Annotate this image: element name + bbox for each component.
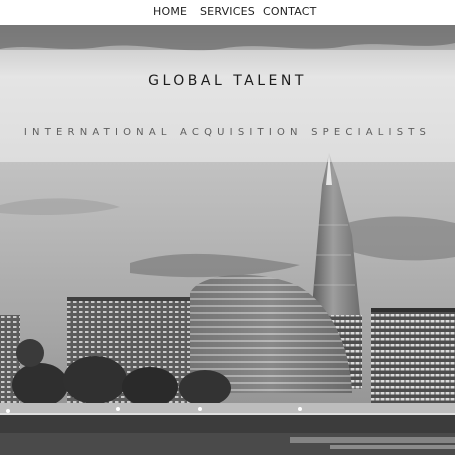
brand-tagline: INTERNATIONAL ACQUISITION SPECIALISTS [23, 127, 432, 138]
nav-services-link[interactable]: SERVICES [200, 5, 255, 18]
brand-title: GLOBAL TALENT [148, 73, 307, 89]
nav-contact-link[interactable]: CONTACT [263, 5, 317, 18]
hero-banner: GLOBAL TALENT INTERNATIONAL ACQUISITION … [0, 50, 455, 162]
top-navigation: HOME SERVICES CONTACT [0, 0, 455, 25]
nav-home-link[interactable]: HOME [153, 5, 187, 18]
